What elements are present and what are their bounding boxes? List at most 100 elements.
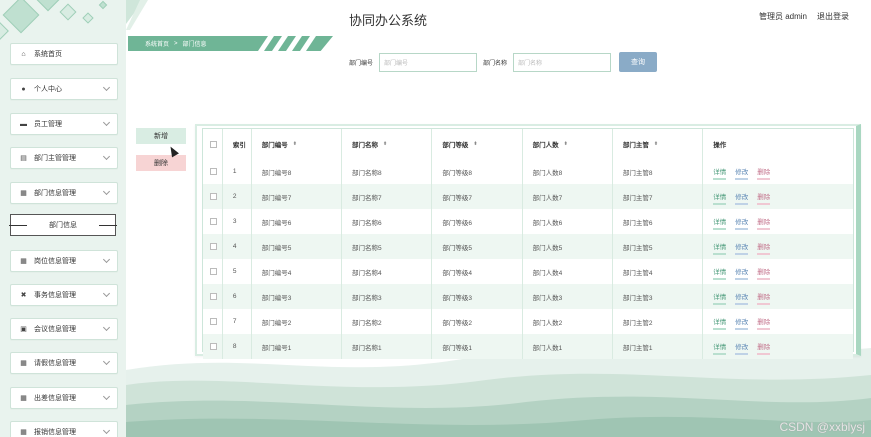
sidebar-item-7[interactable]: ▣ 会议信息管理: [10, 318, 118, 340]
select-all-checkbox[interactable]: [210, 140, 217, 148]
header-1[interactable]: 部门名称 ⬍: [342, 129, 433, 159]
detail-button[interactable]: 详情: [713, 291, 727, 305]
detail-button[interactable]: 详情: [713, 216, 727, 230]
chevron-down-icon: [102, 83, 111, 92]
detail-button[interactable]: 详情: [713, 316, 727, 330]
breadcrumb-home[interactable]: 系统首页: [145, 39, 169, 48]
search-label-dept-no: 部门编号: [349, 61, 374, 67]
table-row: 7 部门编号2 部门名称2 部门等级2 部门人数2 部门主管2 详情 修改 删除: [203, 309, 853, 334]
current-user: 管理员 admin: [759, 12, 808, 21]
row-cell: 部门等级3: [432, 284, 523, 309]
edit-button[interactable]: 修改: [735, 166, 749, 180]
detail-button[interactable]: 详情: [713, 241, 727, 255]
edit-button[interactable]: 修改: [735, 316, 749, 330]
header-label: 部门名称: [352, 142, 379, 149]
sidebar-item-4[interactable]: ▦ 部门信息管理: [10, 182, 118, 204]
logout-link[interactable]: 退出登录: [817, 11, 849, 22]
sidebar-item-0[interactable]: ⌂ 系统首页: [10, 43, 118, 65]
row-delete-button[interactable]: 删除: [757, 316, 771, 330]
row-cell: 部门人数1: [523, 334, 613, 359]
edit-button[interactable]: 修改: [735, 191, 749, 205]
header-index: 索引: [223, 129, 252, 159]
header-4[interactable]: 部门主管 ⬍: [613, 129, 704, 159]
header-decoration: [126, 0, 148, 30]
edit-button[interactable]: 修改: [735, 216, 749, 230]
add-button[interactable]: 新增: [136, 128, 186, 144]
row-delete-button[interactable]: 删除: [757, 166, 771, 180]
row-cell: 部门主管6: [613, 209, 704, 234]
sidebar-subitem-dept-info[interactable]: 部门信息: [9, 214, 117, 236]
row-select-cell: [203, 284, 223, 309]
edit-button[interactable]: 修改: [735, 341, 749, 355]
row-delete-button[interactable]: 删除: [757, 341, 771, 355]
row-select-cell: [203, 309, 223, 334]
header-2[interactable]: 部门等级 ⬍: [432, 129, 523, 159]
edit-button[interactable]: 修改: [735, 291, 749, 305]
row-checkbox[interactable]: [210, 168, 217, 175]
row-checkbox[interactable]: [210, 243, 217, 250]
sidebar-item-5[interactable]: ▦ 岗位信息管理: [10, 250, 118, 272]
row-operations: 详情 修改 删除: [703, 284, 853, 309]
delete-button[interactable]: 删除: [136, 155, 186, 171]
sidebar-item-9[interactable]: ▦ 出差信息管理: [10, 387, 118, 409]
header-3[interactable]: 部门人数 ⬍: [523, 129, 613, 159]
chevron-down-icon: [102, 152, 111, 161]
detail-button[interactable]: 详情: [713, 341, 727, 355]
row-cell: 部门名称5: [342, 234, 433, 259]
row-delete-button[interactable]: 删除: [757, 216, 771, 230]
detail-button[interactable]: 详情: [713, 166, 727, 180]
row-checkbox[interactable]: [210, 268, 217, 275]
row-cell: 部门等级2: [432, 309, 523, 334]
row-checkbox[interactable]: [210, 218, 217, 225]
row-operations: 详情 修改 删除: [703, 309, 853, 334]
row-checkbox[interactable]: [210, 343, 217, 350]
edit-button[interactable]: 修改: [735, 241, 749, 255]
row-cell: 部门人数7: [523, 184, 613, 209]
header-select-all-cell: [203, 129, 223, 159]
grid-icon: ▦: [20, 190, 27, 197]
sort-icon[interactable]: ⬍: [654, 141, 658, 146]
chevron-down-icon: [102, 255, 111, 264]
sort-icon[interactable]: ⬍: [293, 141, 297, 146]
row-delete-button[interactable]: 删除: [757, 191, 771, 205]
sidebar-item-6[interactable]: ✖ 事务信息管理: [10, 284, 118, 306]
sidebar-item-10[interactable]: ▦ 报销信息管理: [10, 421, 118, 437]
table-body: 索引 部门编号 ⬍ 部门名称 ⬍ 部门等级 ⬍ 部门人数 ⬍ 部门主管 ⬍ 操作 1 部门编号8 部门名称8…: [202, 128, 854, 359]
row-cell: 部门编号4: [252, 259, 343, 284]
header-label: 部门编号: [261, 142, 288, 149]
row-select-cell: [203, 184, 223, 209]
row-index: 6: [223, 284, 252, 309]
sidebar-item-label: 报销信息管理: [34, 429, 76, 436]
row-index: 7: [223, 309, 252, 334]
sidebar-item-8[interactable]: ▦ 请假信息管理: [10, 352, 118, 374]
row-cell: 部门人数4: [523, 259, 613, 284]
sort-icon[interactable]: ⬍: [564, 141, 568, 146]
row-checkbox[interactable]: [210, 293, 217, 300]
table-row: 3 部门编号6 部门名称6 部门等级6 部门人数6 部门主管6 详情 修改 删除: [203, 209, 853, 234]
sidebar-item-label: 岗位信息管理: [34, 258, 76, 265]
header-0[interactable]: 部门编号 ⬍: [252, 129, 343, 159]
row-cell: 部门等级8: [432, 159, 523, 184]
edit-button[interactable]: 修改: [735, 266, 749, 280]
sort-icon[interactable]: ⬍: [383, 141, 387, 146]
row-checkbox[interactable]: [210, 193, 217, 200]
sidebar-item-1[interactable]: ● 个人中心: [10, 78, 118, 100]
row-select-cell: [203, 234, 223, 259]
row-delete-button[interactable]: 删除: [757, 291, 771, 305]
row-checkbox[interactable]: [210, 318, 217, 325]
row-index: 8: [223, 334, 252, 359]
sidebar-item-label: 部门主管管理: [34, 155, 76, 162]
detail-button[interactable]: 详情: [713, 191, 727, 205]
search-input-dept-name[interactable]: 部门名称: [513, 53, 611, 72]
search-input-dept-no[interactable]: 部门编号: [379, 53, 477, 72]
row-delete-button[interactable]: 删除: [757, 241, 771, 255]
row-delete-button[interactable]: 删除: [757, 266, 771, 280]
search-button[interactable]: 查询: [619, 52, 657, 72]
apps-icon: ▦: [20, 258, 27, 265]
sort-icon[interactable]: ⬍: [473, 141, 477, 146]
table-row: 8 部门编号1 部门名称1 部门等级1 部门人数1 部门主管1 详情 修改 删除: [203, 334, 853, 359]
sidebar-item-3[interactable]: ▤ 部门主管管理: [10, 147, 118, 169]
sidebar-item-2[interactable]: ▬ 员工管理: [10, 113, 118, 135]
detail-button[interactable]: 详情: [713, 266, 727, 280]
row-operations: 详情 修改 删除: [703, 259, 853, 284]
